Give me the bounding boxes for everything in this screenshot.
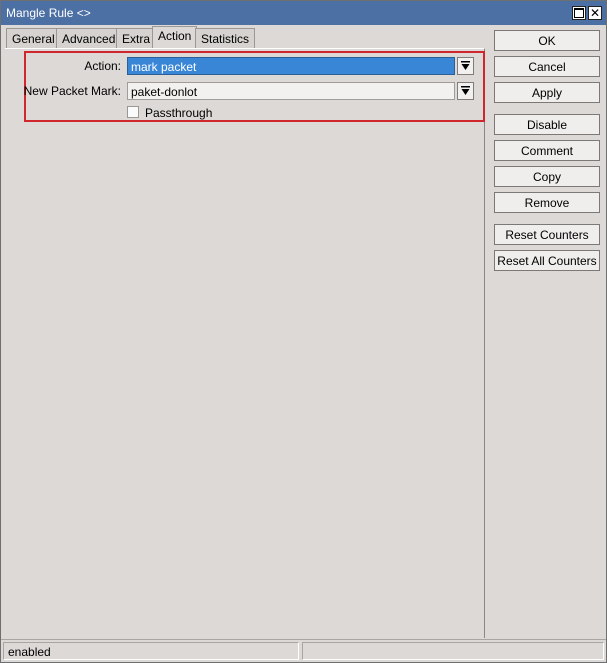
status-bar: enabled: [1, 639, 606, 662]
ok-button[interactable]: OK: [494, 30, 600, 51]
window-title: Mangle Rule <>: [6, 6, 91, 20]
comment-button[interactable]: Comment: [494, 140, 600, 161]
passthrough-label: Passthrough: [145, 106, 213, 120]
remove-button[interactable]: Remove: [494, 192, 600, 213]
new-packet-mark-dropdown-button[interactable]: [457, 82, 474, 100]
action-dropdown-button[interactable]: [457, 57, 474, 75]
new-packet-mark-field[interactable]: paket-donlot: [127, 82, 455, 100]
status-extra: [302, 642, 604, 660]
action-select[interactable]: mark packet: [127, 57, 455, 75]
cancel-button[interactable]: Cancel: [494, 56, 600, 77]
mangle-rule-window: Mangle Rule <> ✕ General Advanced Extra …: [0, 0, 607, 663]
action-label: Action:: [84, 59, 121, 73]
apply-button[interactable]: Apply: [494, 82, 600, 103]
dropdown-arrow-icon: [461, 61, 470, 70]
title-bar[interactable]: Mangle Rule <> ✕: [1, 1, 606, 25]
maximize-icon[interactable]: [572, 6, 586, 20]
tab-action[interactable]: Action: [152, 26, 198, 48]
tab-statistics[interactable]: Statistics: [195, 28, 256, 48]
tab-content-panel: [5, 48, 485, 638]
new-packet-mark-label: New Packet Mark:: [23, 84, 121, 98]
copy-button[interactable]: Copy: [494, 166, 600, 187]
reset-all-counters-button[interactable]: Reset All Counters: [494, 250, 600, 271]
tab-general[interactable]: General: [6, 28, 61, 48]
disable-button[interactable]: Disable: [494, 114, 600, 135]
tab-advanced[interactable]: Advanced: [56, 28, 122, 48]
dropdown-arrow-icon: [461, 86, 470, 95]
passthrough-checkbox[interactable]: [127, 106, 139, 118]
close-icon[interactable]: ✕: [588, 6, 602, 20]
reset-counters-button[interactable]: Reset Counters: [494, 224, 600, 245]
tab-extra[interactable]: Extra: [116, 28, 157, 48]
status-state: enabled: [3, 642, 299, 660]
